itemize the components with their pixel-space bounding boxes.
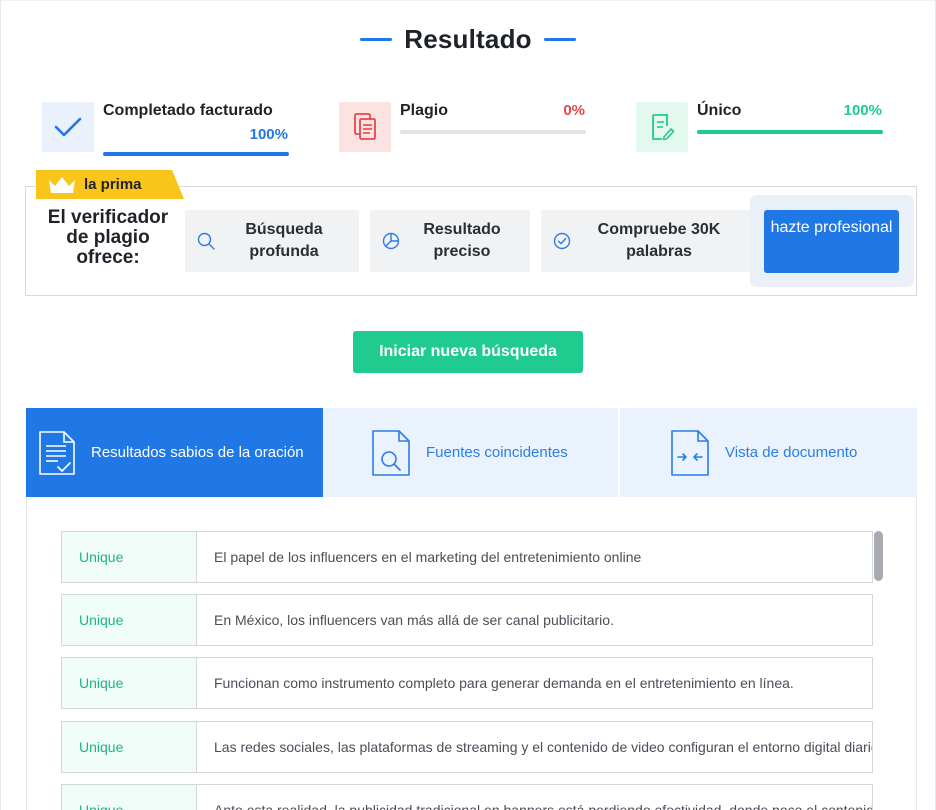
tab-sentence-results-label: Resultados sabios de la oración xyxy=(91,444,304,461)
document-compare-icon xyxy=(671,429,709,476)
premium-badge-label: la prima xyxy=(84,176,142,193)
result-row[interactable]: Unique Funcionan como instrumento comple… xyxy=(61,657,873,709)
stat-plagio: Plagio 0% xyxy=(339,100,589,160)
feature-precise-result-label: Resultado preciso xyxy=(423,221,501,260)
page-title-text: Resultado xyxy=(404,24,532,54)
stat-plagio-label: Plagio xyxy=(400,102,449,119)
documents-icon xyxy=(339,102,391,152)
page-title: Resultado xyxy=(0,24,936,55)
result-sentence: El papel de los influencers en el market… xyxy=(214,549,642,565)
stat-unico-bar xyxy=(697,130,883,134)
stat-completed-label: Completado facturado xyxy=(103,102,273,119)
new-search-button[interactable]: Iniciar nueva búsqueda xyxy=(353,331,583,373)
tab-matching-sources[interactable]: Fuentes coincidentes xyxy=(323,408,618,497)
result-sentence: En México, los influencers van más allá … xyxy=(214,612,614,628)
feature-30k-words: Compruebe 30K palabras xyxy=(541,210,753,272)
result-sentence: Funcionan como instrumento completo para… xyxy=(214,675,794,691)
result-status: Unique xyxy=(62,595,197,645)
feature-30k-words-label: Compruebe 30K palabras xyxy=(597,221,721,260)
result-row[interactable]: Unique En México, los influencers van má… xyxy=(61,594,873,646)
stat-plagio-bar xyxy=(400,130,586,134)
result-status: Unique xyxy=(62,722,197,772)
stat-completed-value: 100% xyxy=(249,126,288,143)
stat-plagio-value: 0% xyxy=(563,102,585,119)
crown-icon xyxy=(49,176,75,193)
document-check-icon xyxy=(39,430,75,475)
stat-completed-bar xyxy=(103,152,289,156)
stat-unico-label: Único xyxy=(697,102,742,119)
tab-matching-sources-label: Fuentes coincidentes xyxy=(426,444,568,461)
result-sentence: Ante esta realidad, la publicidad tradic… xyxy=(214,802,872,810)
result-sentence: Las redes sociales, las plataformas de s… xyxy=(214,739,872,755)
result-status: Unique xyxy=(62,658,197,708)
results-panel: Unique El papel de los influencers en el… xyxy=(26,497,917,810)
check-icon xyxy=(42,102,94,152)
result-status: Unique xyxy=(62,785,197,810)
result-row[interactable]: Unique Las redes sociales, las plataform… xyxy=(61,721,873,773)
results-scrollbar[interactable] xyxy=(874,531,883,581)
title-dash-left xyxy=(360,38,393,41)
result-tabs: Resultados sabios de la oración Fuentes … xyxy=(26,408,917,497)
search-icon xyxy=(197,232,215,250)
feature-deep-search: Búsqueda profunda xyxy=(185,210,359,272)
result-row[interactable]: Unique Ante esta realidad, la publicidad… xyxy=(61,784,873,810)
tab-document-view-label: Vista de documento xyxy=(725,444,858,461)
edit-document-icon xyxy=(636,102,688,152)
offer-title: El verificador de plagio ofrece: xyxy=(47,207,169,268)
pie-chart-icon xyxy=(382,232,400,250)
go-pro-button[interactable]: hazte profesional xyxy=(764,210,899,273)
tab-sentence-results[interactable]: Resultados sabios de la oración xyxy=(26,408,323,497)
premium-badge: la prima xyxy=(36,170,184,199)
document-search-icon xyxy=(372,429,410,476)
feature-deep-search-label: Búsqueda profunda xyxy=(245,221,323,260)
check-circle-icon xyxy=(553,232,571,250)
stat-unico: Único 100% xyxy=(636,100,886,160)
stat-unico-value: 100% xyxy=(843,102,882,119)
result-row[interactable]: Unique El papel de los influencers en el… xyxy=(61,531,873,583)
result-status: Unique xyxy=(62,532,197,582)
feature-precise-result: Resultado preciso xyxy=(370,210,530,272)
tab-document-view[interactable]: Vista de documento xyxy=(620,408,917,497)
title-dash-right xyxy=(543,38,576,41)
stat-completed: Completado facturado 100% xyxy=(42,100,292,160)
